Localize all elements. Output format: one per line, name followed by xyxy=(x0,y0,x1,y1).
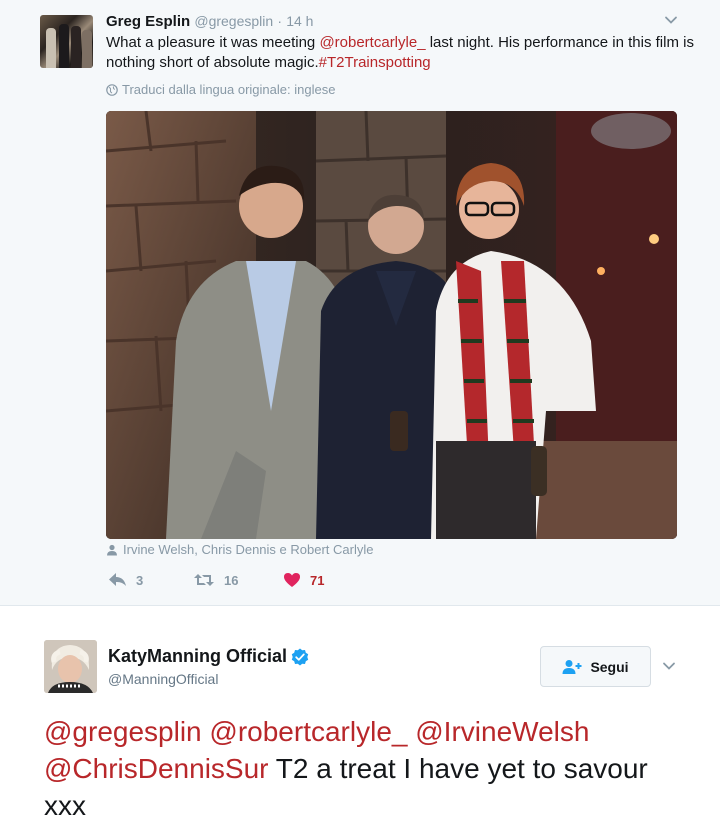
avatar-figure xyxy=(82,30,92,68)
person-tag-icon xyxy=(107,544,117,555)
mention-link[interactable]: @robertcarlyle_ xyxy=(209,716,407,747)
mention-link[interactable]: @robertcarlyle_ xyxy=(319,34,425,51)
follow-button[interactable]: Segui xyxy=(540,646,651,687)
reply-count: 3 xyxy=(136,572,144,588)
author-avatar[interactable] xyxy=(40,15,93,68)
author-avatar[interactable] xyxy=(44,640,97,693)
avatar-figure xyxy=(46,28,56,68)
avatar-figure xyxy=(59,24,69,68)
separator: · xyxy=(277,13,283,29)
tweet-timestamp[interactable]: 14 h xyxy=(286,13,313,29)
avatar-figure xyxy=(71,26,81,68)
translate-label: Traduci dalla lingua originale: inglese xyxy=(122,82,336,97)
hashtag-link[interactable]: #T2Trainspotting xyxy=(319,54,431,71)
follow-label: Segui xyxy=(590,658,629,675)
tweet-text-part: What a pleasure it was meeting xyxy=(106,34,320,51)
retweet-icon xyxy=(194,574,214,586)
mention-link[interactable]: @ChrisDennisSur xyxy=(44,753,269,784)
like-button[interactable]: 71 xyxy=(283,572,324,588)
author-handle[interactable]: @ManningOfficial xyxy=(108,671,218,687)
mention-link[interactable]: @gregesplin xyxy=(44,716,202,747)
reply-button[interactable]: 3 xyxy=(108,572,193,588)
heart-icon xyxy=(284,573,300,587)
retweet-button[interactable]: 16 xyxy=(193,572,283,588)
globe-icon xyxy=(106,83,118,96)
photo-tags[interactable]: Irvine Welsh, Chris Dennis e Robert Carl… xyxy=(106,542,373,557)
author-handle[interactable]: @gregesplin xyxy=(194,13,273,29)
context-tweet: Greg Esplin @gregesplin · 14 h What a pl… xyxy=(0,0,720,606)
author-name[interactable]: Greg Esplin xyxy=(106,13,190,30)
translate-link[interactable]: Traduci dalla lingua originale: inglese xyxy=(106,82,335,97)
tweet-photo[interactable] xyxy=(106,111,677,539)
tweet-actions: 3 16 71 xyxy=(108,572,324,588)
photo-illustration xyxy=(106,111,677,539)
retweet-count: 16 xyxy=(224,572,239,588)
author-name[interactable]: KatyManning Official xyxy=(108,646,309,667)
reply-icon xyxy=(109,573,126,586)
chevron-down-icon[interactable] xyxy=(664,13,678,27)
like-count: 71 xyxy=(310,572,325,588)
tweet-text: @gregesplin @robertcarlyle_ @IrvineWelsh… xyxy=(44,713,684,824)
follow-person-icon xyxy=(562,659,582,674)
mention-link[interactable]: @IrvineWelsh xyxy=(415,716,589,747)
avatar-image xyxy=(44,640,97,693)
author-name-label: KatyManning Official xyxy=(108,646,288,666)
tweet-text: What a pleasure it was meeting @robertca… xyxy=(106,33,696,73)
verified-badge-icon xyxy=(291,648,309,665)
tweet-header: Greg Esplin @gregesplin · 14 h xyxy=(106,13,313,30)
photo-tags-label: Irvine Welsh, Chris Dennis e Robert Carl… xyxy=(123,542,374,557)
chevron-down-icon[interactable] xyxy=(662,659,676,673)
